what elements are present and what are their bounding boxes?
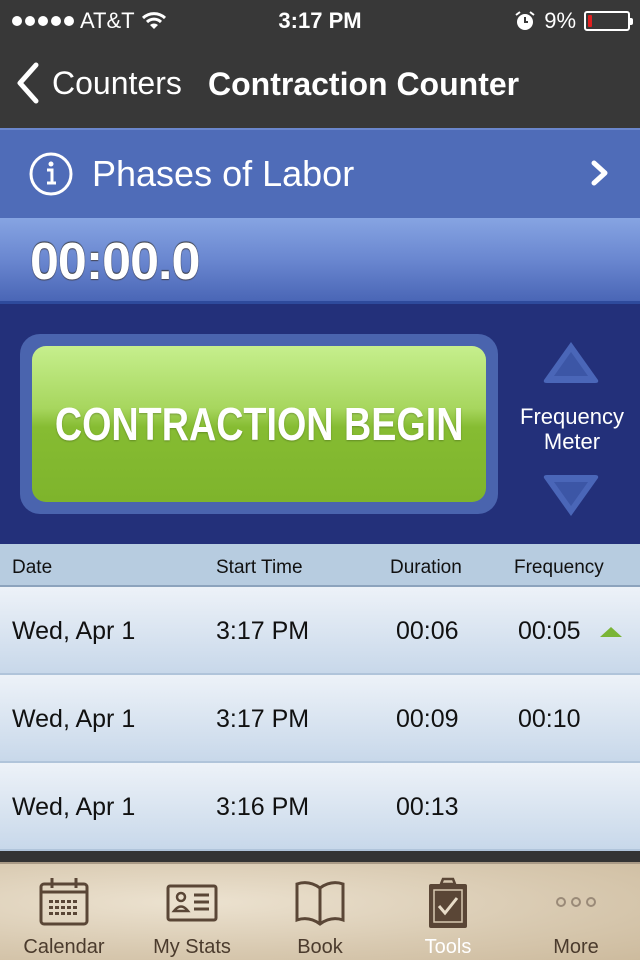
navigation-bar: Counters Contraction Counter	[0, 40, 640, 128]
chevron-right-icon	[591, 160, 608, 186]
info-icon	[29, 152, 73, 196]
clipboard-check-icon	[429, 877, 467, 928]
row-frequency: 00:10	[518, 705, 581, 733]
header-duration: Duration	[390, 557, 462, 578]
tab-calendar[interactable]: Calendar	[0, 864, 128, 960]
table-row[interactable]: Wed, Apr 1 3:17 PM 00:09 00:10	[0, 675, 640, 763]
frequency-up-arrow-icon[interactable]	[540, 338, 602, 386]
table-row[interactable]: Wed, Apr 1 3:16 PM 00:13	[0, 763, 640, 851]
table-header: Date Start Time Duration Frequency	[0, 544, 640, 587]
table-row[interactable]: Wed, Apr 1 3:17 PM 00:06 00:05	[0, 587, 640, 675]
header-start-time: Start Time	[216, 557, 303, 578]
row-duration: 00:09	[396, 705, 459, 733]
timer-value: 00:00.0	[30, 233, 200, 291]
timer-display: 00:00.0	[0, 218, 640, 304]
frequency-meter-label-line1: Frequency	[520, 404, 624, 429]
tab-tools[interactable]: Tools	[384, 864, 512, 960]
row-duration: 00:06	[396, 617, 459, 645]
trend-up-arrow-icon	[600, 627, 622, 637]
frequency-down-arrow-icon[interactable]	[540, 472, 602, 520]
contraction-begin-label: CONTRACTION BEGIN	[54, 398, 464, 450]
battery-percent: 9%	[544, 8, 576, 33]
book-icon	[295, 881, 345, 926]
row-date: Wed, Apr 1	[12, 617, 136, 645]
tab-my-stats[interactable]: My Stats	[128, 864, 256, 960]
back-button-label: Counters	[52, 64, 182, 101]
row-start-time: 3:17 PM	[216, 617, 310, 645]
more-dots-icon	[556, 897, 596, 907]
frequency-meter-label-line2: Meter	[543, 429, 601, 454]
row-date: Wed, Apr 1	[12, 793, 136, 821]
row-duration: 00:13	[396, 793, 459, 821]
tab-label: Calendar	[23, 936, 105, 958]
tab-label: Tools	[424, 936, 472, 958]
tab-label: My Stats	[153, 936, 231, 958]
header-date: Date	[12, 557, 53, 578]
tab-more[interactable]: More	[512, 864, 640, 960]
battery-icon	[584, 11, 633, 31]
row-frequency: 00:05	[518, 617, 581, 645]
tab-book[interactable]: Book	[256, 864, 384, 960]
status-bar: AT&T 3:17 PM 9%	[0, 0, 640, 40]
row-start-time: 3:16 PM	[216, 793, 310, 821]
alarm-clock-icon	[515, 11, 535, 30]
battery-level-fill	[588, 15, 592, 27]
tab-label: More	[553, 936, 599, 958]
chevron-left-icon	[17, 62, 39, 104]
header-frequency: Frequency	[514, 557, 604, 578]
begin-button-frame: CONTRACTION BEGIN	[20, 334, 498, 514]
row-date: Wed, Apr 1	[12, 705, 136, 733]
contraction-begin-button[interactable]: CONTRACTION BEGIN	[32, 346, 486, 502]
back-button[interactable]: Counters	[14, 62, 182, 104]
row-start-time: 3:17 PM	[216, 705, 310, 733]
id-card-icon	[166, 884, 218, 922]
tab-label: Book	[297, 936, 343, 958]
tab-bar: Calendar My Stats Book Tools More	[0, 862, 640, 960]
page-title: Contraction Counter	[208, 66, 520, 102]
control-panel: CONTRACTION BEGIN Frequency Meter	[0, 304, 640, 544]
phases-of-labor-label: Phases of Labor	[92, 153, 355, 194]
phases-of-labor-row[interactable]: Phases of Labor	[0, 128, 640, 218]
calendar-icon	[39, 878, 89, 926]
frequency-meter-label: Frequency Meter	[505, 404, 639, 454]
